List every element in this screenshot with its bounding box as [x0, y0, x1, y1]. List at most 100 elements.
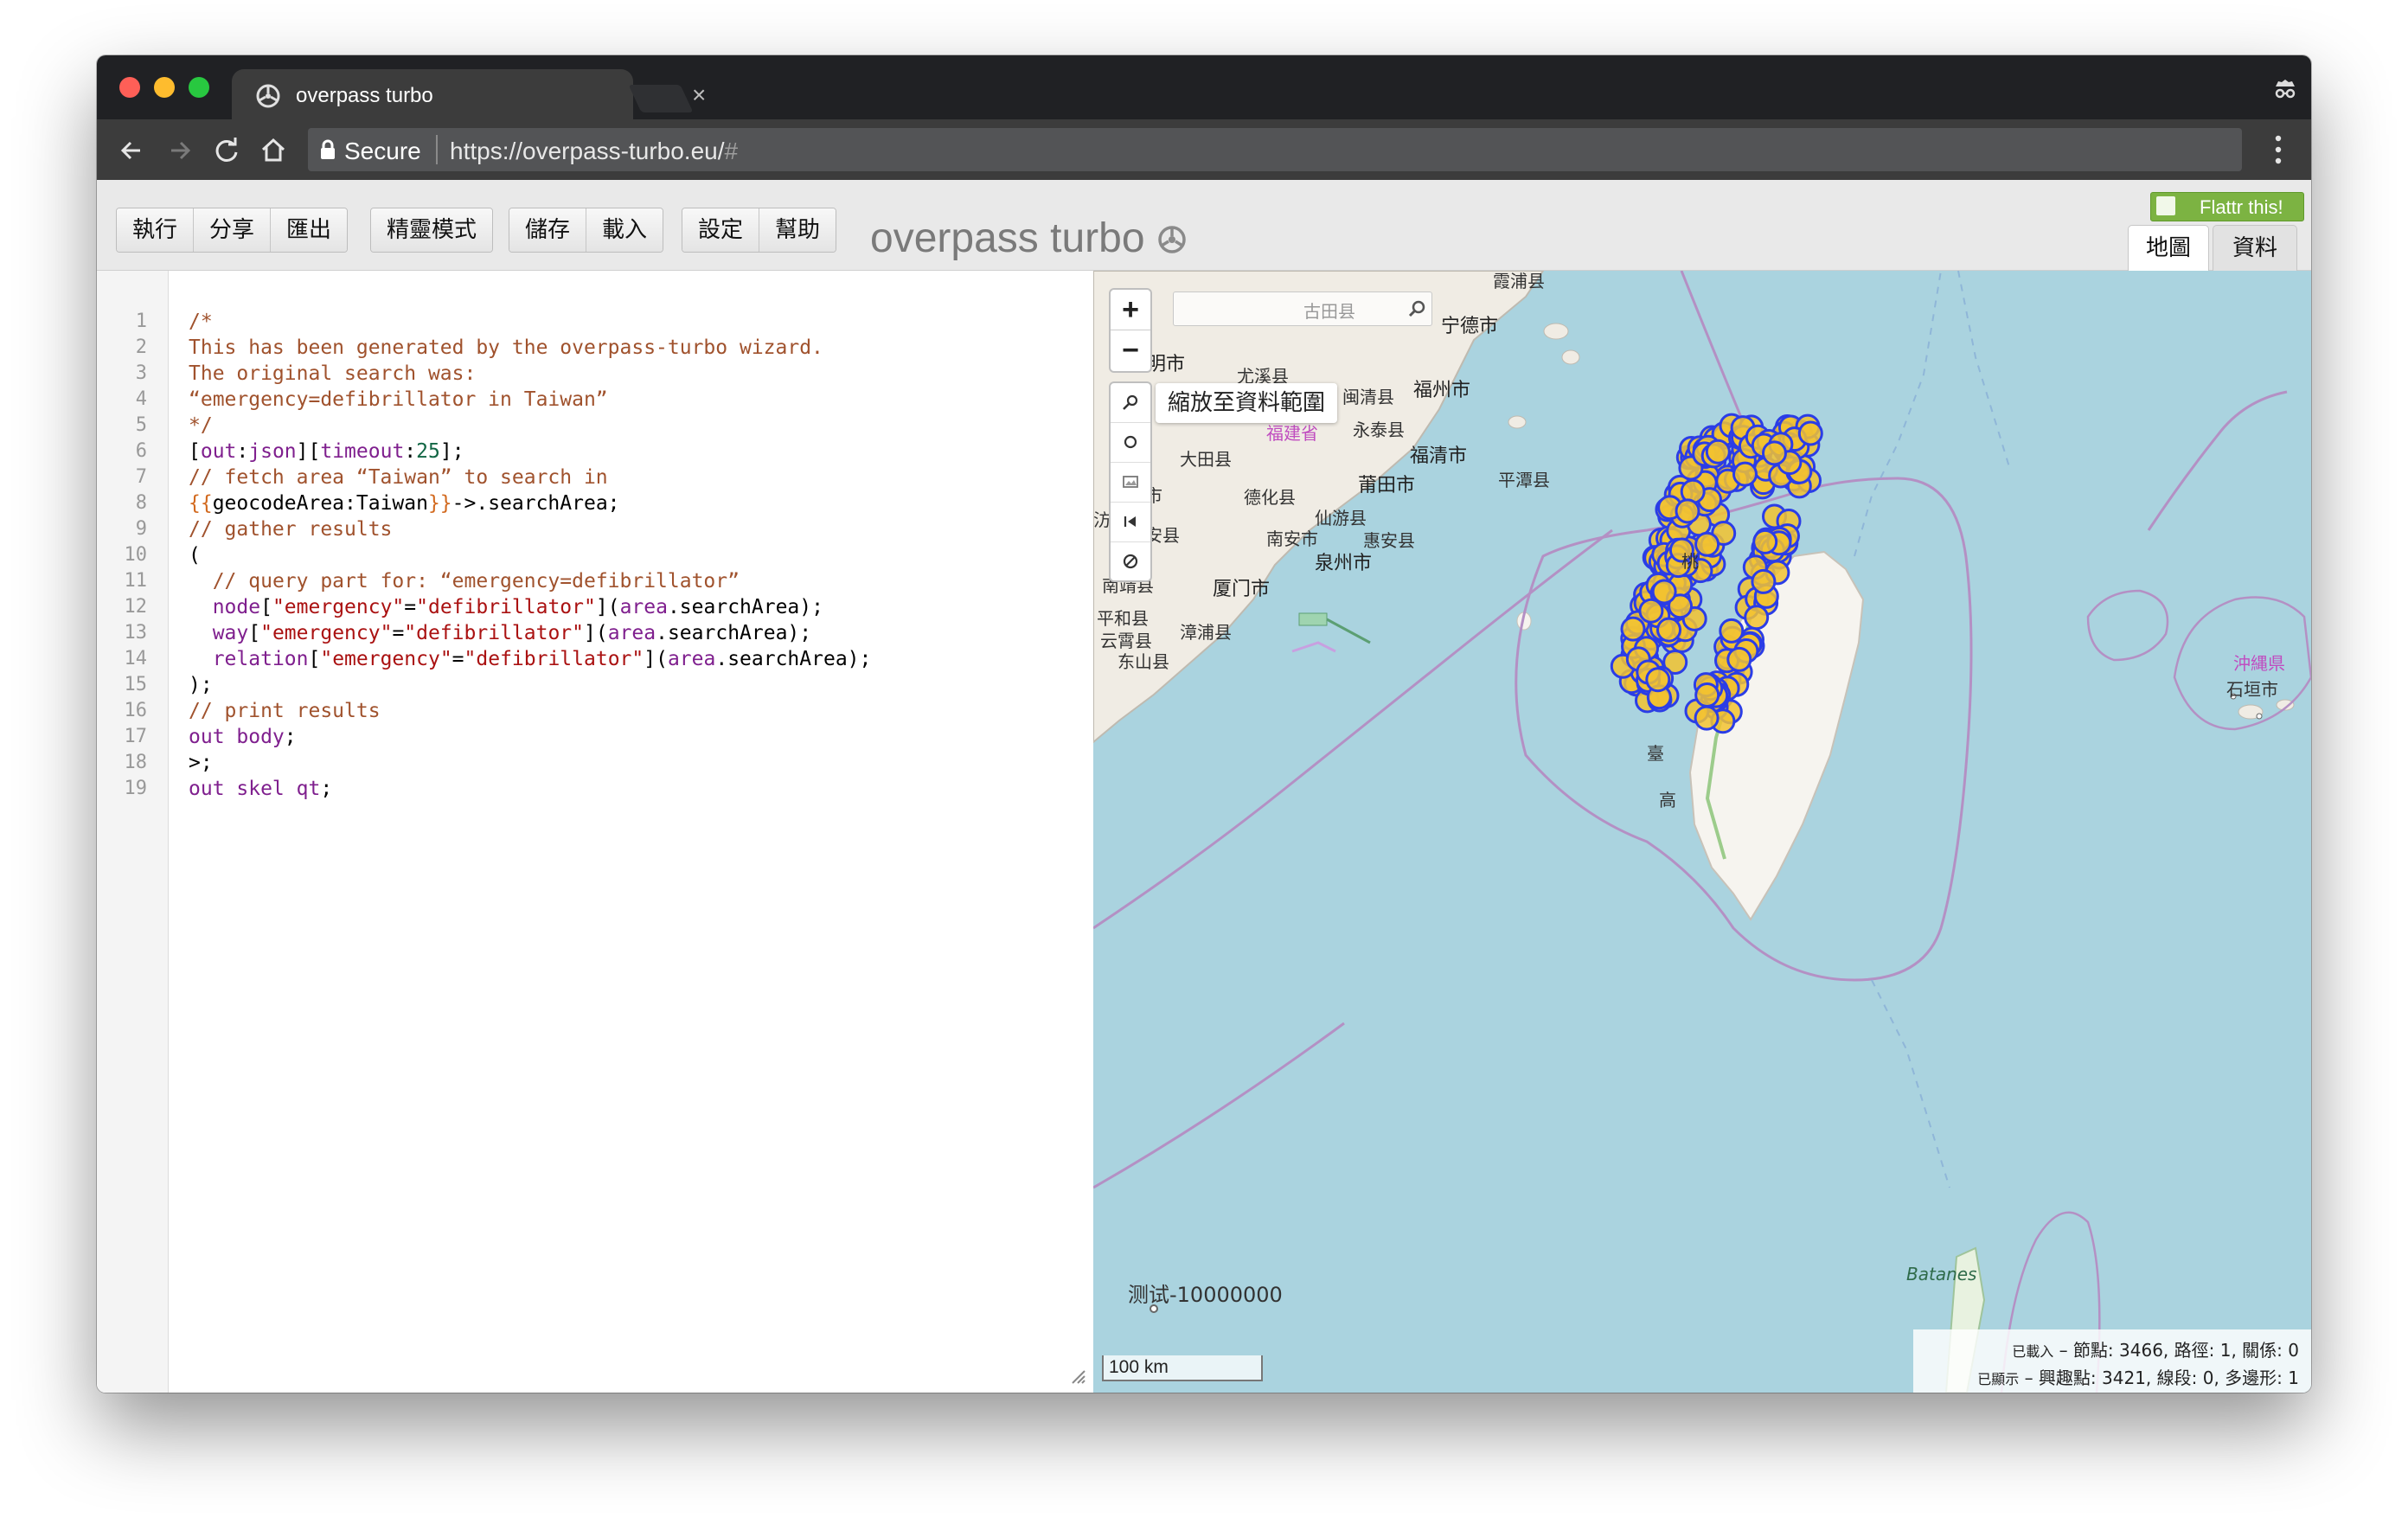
query-editor[interactable]: 1 2 3 4 5 6 7 8 9 10 11 12 13 14 15 16 17 18 19 /* This ha…: [97, 271, 1093, 1393]
tab-data[interactable]: 資料: [2213, 225, 2297, 271]
place-label: 宁德市: [1441, 316, 1499, 337]
defibrillator-marker[interactable]: [1726, 646, 1752, 672]
place-label: 南安市: [1266, 528, 1318, 549]
home-icon[interactable]: [258, 135, 289, 166]
defibrillator-marker[interactable]: [1656, 617, 1681, 643]
defibrillator-marker[interactable]: [1744, 605, 1770, 631]
line-number: 6: [135, 440, 147, 462]
map-tools-control: [1109, 381, 1152, 582]
app-header: 執行 分享 匯出 精靈模式 儲存 載入 設定 幫助 overpass turbo…: [97, 180, 2311, 271]
reload-icon[interactable]: [211, 135, 242, 166]
line-number: 1: [135, 311, 147, 332]
place-label: 高: [1659, 790, 1676, 810]
code-line: */: [189, 414, 213, 437]
wizard-group: 精靈模式: [370, 208, 494, 253]
place-label: 平和县: [1097, 608, 1149, 629]
defibrillator-marker[interactable]: [1762, 440, 1787, 466]
prefecture-label: 沖縄県: [2233, 653, 2285, 674]
scale-bar: 100 km: [1102, 1355, 1263, 1381]
defibrillator-marker[interactable]: [1694, 531, 1720, 557]
flattr-label: Flattr this!: [2200, 196, 2283, 218]
zoom-out-button[interactable]: −: [1111, 330, 1150, 370]
tab-title: overpass turbo: [296, 84, 433, 107]
stats-shown: 已顯示 – 興趣點: 3421, 線段: 0, 多邊形: 1: [1977, 1368, 2299, 1388]
defibrillator-marker[interactable]: [1694, 682, 1720, 708]
place-label: 漳浦县: [1180, 622, 1232, 643]
code-line: (: [189, 544, 201, 567]
minimize-window-button[interactable]: [154, 77, 175, 98]
place-label: 石垣市: [2226, 679, 2278, 700]
defibrillator-marker[interactable]: [1638, 598, 1664, 624]
place-label: 福清市: [1410, 445, 1468, 467]
search-icon[interactable]: [1407, 299, 1426, 318]
kebab-menu-icon[interactable]: [2275, 133, 2282, 166]
line-number: 18: [124, 752, 148, 773]
map-view[interactable]: 古田县 霞浦县 宁德市 三明市 尤溪县 闽清县 福州市 永泰县 福建省 福清市 …: [1093, 271, 2311, 1393]
settings-button[interactable]: 設定: [682, 208, 760, 252]
code-line: {{geocodeArea:Taiwan}}->.searchArea;: [189, 492, 620, 515]
defibrillator-marker[interactable]: [1675, 498, 1700, 524]
zoom-control: + −: [1109, 288, 1152, 373]
zoom-to-data-button[interactable]: [1111, 383, 1150, 423]
code-line: out skel qt;: [189, 778, 333, 800]
locate-me-button[interactable]: [1111, 423, 1150, 463]
line-number: 11: [124, 570, 148, 592]
forward-arrow-icon[interactable]: [164, 135, 195, 166]
rewind-button[interactable]: [1111, 503, 1150, 542]
close-tab-icon[interactable]: ×: [692, 81, 706, 109]
help-button[interactable]: 幫助: [759, 208, 836, 252]
defibrillator-marker[interactable]: [1651, 579, 1677, 605]
export-button[interactable]: 匯出: [271, 208, 348, 252]
tab-map[interactable]: 地圖: [2128, 225, 2209, 271]
defibrillator-marker[interactable]: [1752, 528, 1778, 554]
back-arrow-icon[interactable]: [116, 135, 147, 166]
place-label: Batanes: [1906, 1264, 1977, 1284]
run-button[interactable]: 執行: [117, 208, 195, 252]
search-placeholder-place: 古田县: [1303, 301, 1355, 322]
defibrillator-marker[interactable]: [1694, 705, 1720, 731]
map-search-box[interactable]: 古田县: [1173, 291, 1432, 326]
overpass-favicon-icon: [256, 84, 280, 108]
run-share-export-group: 執行 分享 匯出: [116, 208, 349, 253]
address-bar[interactable]: Secure https://overpass-turbo.eu/#: [308, 128, 2242, 171]
defibrillator-marker[interactable]: [1797, 420, 1823, 446]
defibrillator-marker[interactable]: [1645, 667, 1671, 693]
data-stats-panel: 已載入 – 節點: 3466, 路徑: 1, 關係: 0 已顯示 – 興趣點: …: [1913, 1329, 2311, 1393]
code-line: >;: [189, 752, 213, 774]
new-tab-button[interactable]: [628, 85, 694, 112]
line-number: 3: [135, 362, 147, 384]
browser-tab[interactable]: overpass turbo ×: [232, 69, 706, 119]
share-button[interactable]: 分享: [194, 208, 272, 252]
line-number: 7: [135, 466, 147, 488]
line-number: 10: [124, 544, 148, 566]
url-text[interactable]: https://overpass-turbo.eu/#: [450, 138, 738, 165]
defibrillator-marker[interactable]: [1620, 616, 1646, 642]
line-number: 4: [135, 388, 147, 410]
resize-grip-icon[interactable]: [1069, 1368, 1086, 1385]
zoom-in-button[interactable]: +: [1111, 290, 1150, 330]
wizard-button[interactable]: 精靈模式: [371, 208, 493, 252]
place-label: 汸: [1093, 509, 1111, 530]
secure-label: Secure: [344, 138, 421, 164]
flattr-button[interactable]: Flattr this!: [2150, 192, 2304, 221]
place-label: 桃: [1681, 551, 1699, 572]
stats-loaded: 已載入 – 節點: 3466, 路徑: 1, 關係: 0: [2012, 1340, 2299, 1361]
browser-toolbar: Secure https://overpass-turbo.eu/#: [97, 119, 2311, 180]
defibrillator-marker[interactable]: [1732, 461, 1758, 487]
save-button[interactable]: 儲存: [509, 208, 587, 252]
zoom-to-data-tooltip: 縮放至資料範圍: [1156, 383, 1338, 423]
test-marker-label: 测试-10000000: [1128, 1283, 1283, 1307]
export-image-button[interactable]: [1111, 463, 1150, 503]
place-label: 东山县: [1118, 651, 1169, 672]
disable-overlay-button[interactable]: [1111, 542, 1150, 581]
defibrillator-marker[interactable]: [1751, 568, 1777, 594]
maximize-window-button[interactable]: [189, 77, 209, 98]
place-label: 大田县: [1180, 449, 1232, 470]
close-window-button[interactable]: [119, 77, 140, 98]
load-button[interactable]: 載入: [586, 208, 663, 252]
code-line: This has been generated by the overpass-…: [189, 336, 823, 359]
defibrillator-marker[interactable]: [1705, 439, 1731, 464]
place-label: 闽清县: [1342, 387, 1394, 407]
code-line: “emergency=defibrillator in Taiwan”: [189, 388, 608, 411]
code-line: relation["emergency"="defibrillator"](ar…: [212, 648, 872, 670]
